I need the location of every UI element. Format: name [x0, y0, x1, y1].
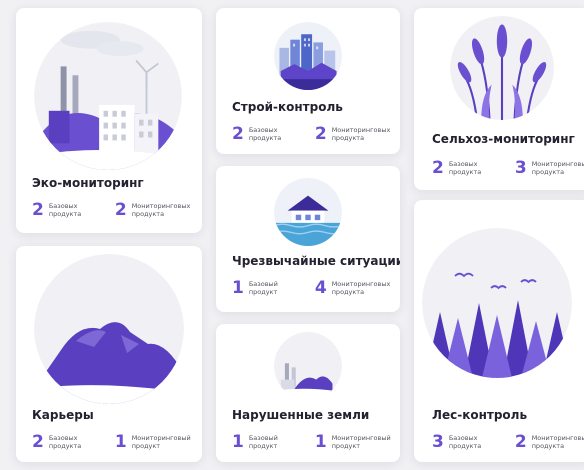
stat-label: Мониторинговых продукта [531, 160, 584, 176]
stat-number: 2 [114, 200, 127, 220]
stat-number: 1 [232, 278, 244, 298]
stat-label: Базовый продукт [248, 434, 278, 450]
card-stats: 1 Базовый продукт 4 Мониторинговых продукт… [232, 278, 391, 298]
stat-label: Мониторинговый продукт [331, 434, 391, 450]
stat-monitoring: 4 Мониторинговых продукта [314, 278, 391, 298]
stat-label: Мониторинговых продукта [331, 280, 391, 296]
stat-label: Мониторинговых продукта [531, 434, 584, 450]
stat-base: 3 Базовых продукта [432, 434, 501, 451]
factory-icon [34, 22, 182, 170]
card-title: Чрезвычайные ситуации [232, 254, 400, 268]
stat-base: 2 Базовых продукта [432, 160, 501, 177]
card-stats: 2 Базовых продукта 1 Мониторинговый продук… [32, 432, 191, 452]
card-stats: 3Базовых продукта 2Мониторинговых продук… [432, 434, 584, 451]
stat-label: Базовых продукта [48, 202, 82, 218]
stat-number: 2 [432, 158, 444, 178]
stat-monitoring: 3Мониторинговых продукта [515, 160, 584, 177]
stat-number: 1 [232, 432, 244, 452]
stat-monitoring: 1 Мониторинговый продукт [314, 432, 391, 452]
stat-monitoring: 1 Мониторинговый продукт [114, 432, 191, 452]
stat-label: Мониторинговых продукта [131, 202, 191, 218]
forest-icon [422, 228, 572, 378]
stat-number: 2 [514, 432, 527, 452]
stat-label: Базовых продукта [48, 434, 82, 450]
card-forest-control[interactable]: Лес-контроль 3 Базовых продукта 2 Монитори… [414, 200, 584, 462]
stat-label: Базовых продукта [248, 126, 282, 142]
card-stats: 2 Базовых продукта 2 Мониторинговых продук… [232, 124, 391, 144]
stat-label: Базовых продукта [448, 434, 482, 450]
card-eco-monitoring[interactable]: Эко-мониторинг 2 Базовых продукта 2 Монито… [16, 8, 202, 233]
stat-base: 2 Базовых продукта [32, 434, 101, 451]
card-stats: 1 Базовый продукт 1 Мониторинговый продукт [232, 432, 391, 452]
wheat-icon [450, 16, 554, 120]
card-stats: 2 Базовых продукта 2 Мониторинговых продук… [32, 200, 191, 220]
stat-number: 1 [114, 432, 127, 452]
card-title: Сельхоз-мониторинг [432, 132, 575, 146]
city-buildings-icon [274, 22, 342, 90]
mountains-icon [34, 254, 184, 404]
card-construction-control[interactable]: Строй-контроль 2 Базовых продукта 2 Монито… [216, 8, 400, 154]
stat-monitoring: 2Мониторинговых продукта [314, 124, 391, 144]
stat-number: 3 [432, 432, 444, 452]
card-quarries[interactable]: Карьеры 2 Базовых продукта 1 Мониторинговы… [16, 246, 202, 462]
card-title: Нарушенные земли [232, 408, 370, 422]
card-title: Эко-мониторинг [32, 176, 144, 190]
card-stats: 2Базовых продукта 3Мониторинговых продук… [432, 160, 584, 177]
card-emergency-situations[interactable]: Чрезвычайные ситуации 1 Базовый продукт 4… [216, 166, 400, 312]
card-damaged-lands[interactable]: Нарушенные земли 1 Базовый продукт 1 Монит… [216, 324, 400, 462]
stat-monitoring: 2Мониторинговых продукта [515, 434, 584, 451]
stat-label: Базовых продукта [448, 160, 482, 176]
stat-label: Базовый продукт [248, 280, 278, 296]
card-title: Лес-контроль [432, 408, 528, 422]
stat-label: Мониторинговых продукта [331, 126, 391, 142]
stat-number: 2 [32, 200, 44, 220]
card-title: Карьеры [32, 408, 94, 422]
stat-base: 1 Базовый продукт [232, 434, 301, 451]
stat-base: 2 Базовых продукта [32, 202, 101, 219]
stat-number: 2 [32, 432, 44, 452]
card-agro-monitoring[interactable]: Сельхоз-мониторинг 2 Базовых продукта 3 Мо… [414, 8, 584, 190]
stat-base: 1 Базовый продукт [232, 280, 301, 297]
stat-number: 4 [314, 278, 327, 298]
card-title: Строй-контроль [232, 100, 343, 114]
stat-number: 2 [314, 124, 327, 144]
stat-number: 2 [232, 124, 244, 144]
stat-number: 3 [514, 158, 527, 178]
stat-base: 2 Базовых продукта [232, 126, 301, 143]
damaged-land-icon [274, 332, 342, 400]
stat-number: 1 [314, 432, 327, 452]
stat-monitoring: 2Мониторинговых продукта [114, 200, 191, 220]
flooded-house-icon [274, 178, 342, 246]
stat-label: Мониторинговый продукт [131, 434, 191, 450]
